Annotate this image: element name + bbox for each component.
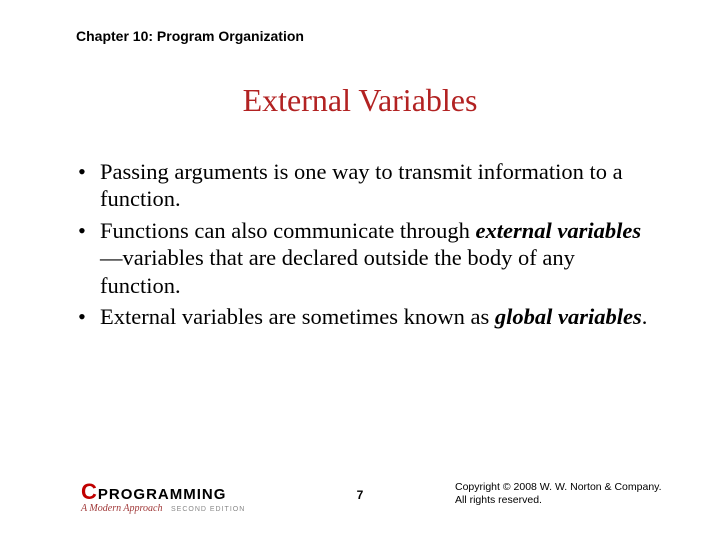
slide-title: External Variables <box>0 82 720 119</box>
bullet-em: external variables <box>476 218 642 243</box>
copyright-line1: Copyright © 2008 W. W. Norton & Company. <box>455 481 662 495</box>
copyright-line2: All rights reserved. <box>455 494 662 508</box>
bullet-em: global variables <box>495 304 642 329</box>
bullet-text-post: . <box>642 304 648 329</box>
bullet-item: External variables are sometimes known a… <box>78 303 660 330</box>
bullet-text: External variables are sometimes known a… <box>100 304 495 329</box>
bullet-text-post: —variables that are declared outside the… <box>100 245 575 297</box>
logo-sub-text: A Modern Approach <box>81 503 162 514</box>
chapter-header: Chapter 10: Program Organization <box>76 28 304 44</box>
bullet-list: Passing arguments is one way to transmit… <box>78 158 660 335</box>
bullet-text: Functions can also communicate through <box>100 218 476 243</box>
logo-subtitle: A Modern Approach SECOND EDITION <box>81 503 245 514</box>
bullet-text: Passing arguments is one way to transmit… <box>100 159 623 211</box>
bullet-item: Passing arguments is one way to transmit… <box>78 158 660 213</box>
logo-edition: SECOND EDITION <box>171 506 245 513</box>
footer: C PROGRAMMING A Modern Approach SECOND E… <box>0 472 720 516</box>
slide: Chapter 10: Program Organization Externa… <box>0 0 720 540</box>
bullet-item: Functions can also communicate through e… <box>78 217 660 299</box>
copyright: Copyright © 2008 W. W. Norton & Company.… <box>455 481 662 508</box>
